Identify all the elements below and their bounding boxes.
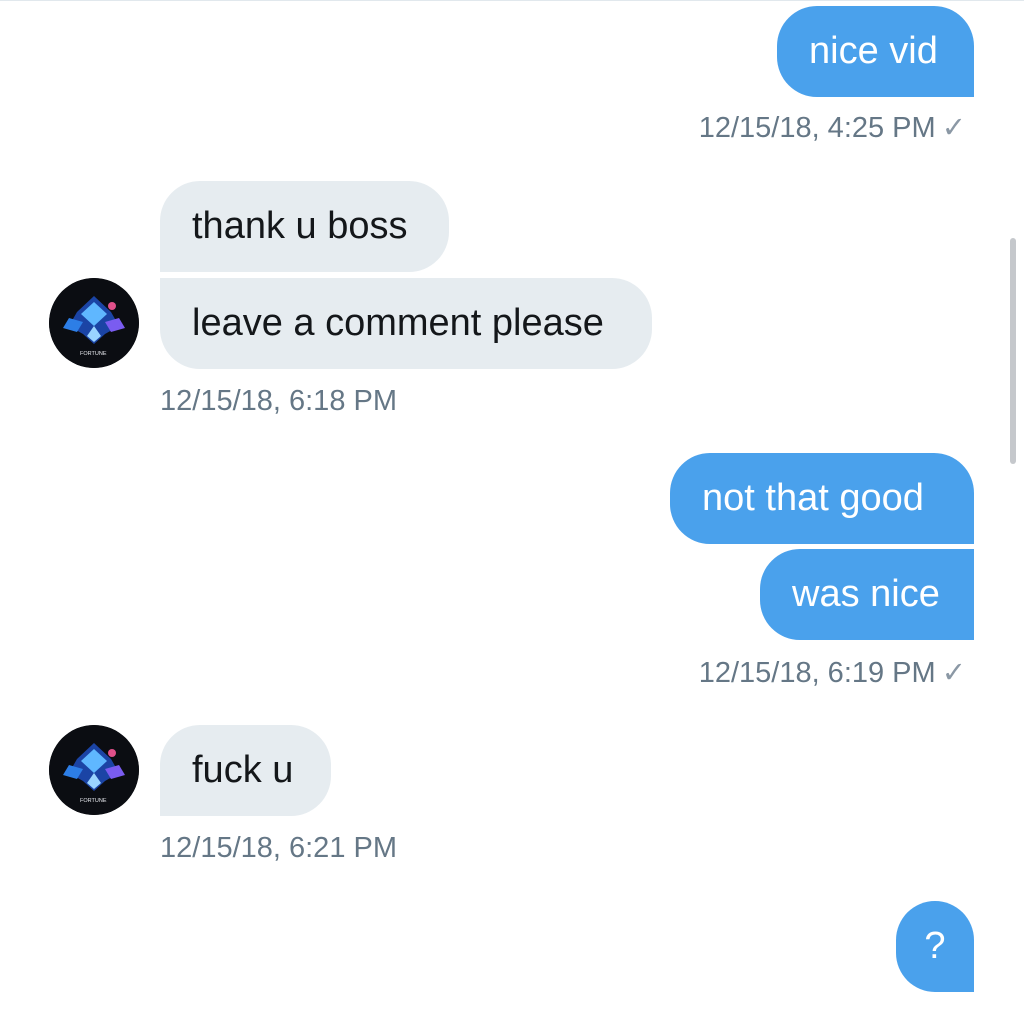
timestamp-text: 12/15/18, 6:21 PM	[160, 832, 397, 864]
contact-avatar-icon: FORTUNE	[49, 725, 139, 815]
avatar-caption: FORTUNE	[80, 798, 107, 804]
vertical-scrollbar[interactable]	[1010, 238, 1016, 464]
message-timestamp: 12/15/18, 4:25 PM ✓	[699, 111, 966, 145]
message-timestamp: 12/15/18, 6:19 PM ✓	[699, 656, 966, 690]
outgoing-message-bubble[interactable]: ?	[896, 901, 974, 992]
cutoff-timestamp-fragment	[720, 1004, 840, 1012]
incoming-message-bubble[interactable]: thank u boss	[160, 181, 449, 272]
dm-conversation-screen: nice vid 12/15/18, 4:25 PM ✓ thank u boss…	[0, 0, 1024, 1012]
timestamp-text: 12/15/18, 6:18 PM	[160, 385, 397, 417]
contact-avatar[interactable]: FORTUNE	[49, 725, 139, 815]
message-timestamp: 12/15/18, 6:21 PM	[160, 831, 397, 865]
incoming-message-bubble[interactable]: fuck u	[160, 725, 331, 816]
outgoing-message-bubble[interactable]: was nice	[760, 549, 974, 640]
outgoing-message-bubble[interactable]: nice vid	[777, 6, 974, 97]
read-check-icon: ✓	[941, 112, 966, 144]
timestamp-text: 12/15/18, 6:19 PM	[698, 657, 936, 689]
outgoing-message-bubble[interactable]: not that good	[670, 453, 974, 544]
top-divider	[0, 0, 1024, 1]
incoming-message-bubble[interactable]: leave a comment please	[160, 278, 652, 369]
contact-avatar[interactable]: FORTUNE	[49, 278, 139, 368]
timestamp-text: 12/15/18, 4:25 PM	[698, 112, 936, 144]
read-check-icon: ✓	[941, 657, 966, 689]
contact-avatar-icon: FORTUNE	[49, 278, 139, 368]
avatar-caption: FORTUNE	[80, 351, 107, 357]
message-timestamp: 12/15/18, 6:18 PM	[160, 384, 397, 418]
